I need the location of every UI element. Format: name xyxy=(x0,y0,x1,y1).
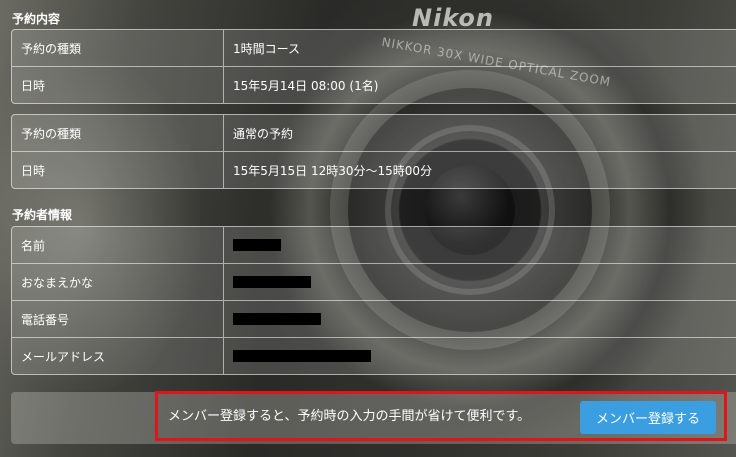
customer-kana-label: おなまえかな xyxy=(12,264,224,300)
customer-name-row: 名前 xyxy=(12,227,736,264)
redaction-bar xyxy=(233,239,281,251)
booking-datetime-value: 15年5月14日 08:00 (1名) xyxy=(233,78,379,93)
customer-info-card: 名前 おなまえかな 電話番号 メールアドレス xyxy=(11,226,736,375)
booking-datetime-row: 日時 15年5月14日 08:00 (1名) xyxy=(12,67,736,103)
booking-datetime-label: 日時 xyxy=(12,67,224,103)
customer-section-title: 予約者情報 xyxy=(12,208,73,222)
booking-card-1: 予約の種類 1時間コース 日時 15年5月14日 08:00 (1名) xyxy=(11,29,736,104)
booking-type-row: 予約の種類 通常の予約 xyxy=(12,115,736,152)
booking-datetime-row: 日時 15年5月15日 12時30分～15時00分 xyxy=(12,152,736,188)
annotation-highlight-box xyxy=(155,391,727,441)
customer-phone-label: 電話番号 xyxy=(12,301,224,337)
reservation-confirmation: 予約内容 予約の種類 1時間コース 日時 15年5月14日 08:00 (1名)… xyxy=(0,0,736,457)
booking-datetime-label: 日時 xyxy=(12,152,224,188)
redaction-bar xyxy=(233,313,321,325)
customer-email-value xyxy=(224,338,371,374)
customer-name-label: 名前 xyxy=(12,227,224,263)
booking-type-label: 予約の種類 xyxy=(12,30,224,66)
reservation-section-title: 予約内容 xyxy=(12,12,61,26)
customer-kana-value xyxy=(224,264,311,300)
booking-card-2: 予約の種類 通常の予約 日時 15年5月15日 12時30分～15時00分 xyxy=(11,114,736,189)
customer-kana-row: おなまえかな xyxy=(12,264,736,301)
customer-name-value xyxy=(224,227,281,263)
customer-phone-value xyxy=(224,301,321,337)
booking-type-value: 通常の予約 xyxy=(233,126,294,141)
booking-type-value: 1時間コース xyxy=(233,41,301,56)
booking-type-row: 予約の種類 1時間コース xyxy=(12,30,736,67)
customer-phone-row: 電話番号 xyxy=(12,301,736,338)
customer-email-label: メールアドレス xyxy=(12,338,224,374)
redaction-bar xyxy=(233,276,311,288)
redaction-bar xyxy=(233,350,371,362)
customer-email-row: メールアドレス xyxy=(12,338,736,374)
booking-type-label: 予約の種類 xyxy=(12,115,224,151)
booking-datetime-value: 15年5月15日 12時30分～15時00分 xyxy=(233,163,433,178)
